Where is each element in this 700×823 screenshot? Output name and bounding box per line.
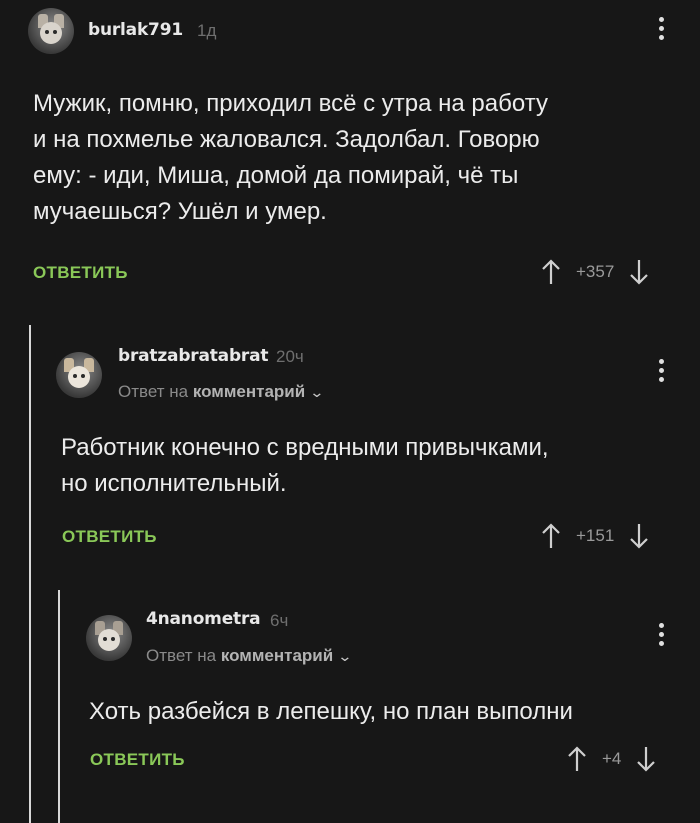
more-vertical-icon[interactable] — [659, 17, 665, 44]
arrow-up-icon[interactable] — [540, 523, 562, 549]
avatar[interactable] — [86, 615, 132, 661]
score: +357 — [576, 262, 615, 281]
arrow-down-icon[interactable] — [635, 746, 657, 772]
arrow-up-icon[interactable] — [566, 746, 588, 772]
username[interactable]: burlak791 — [88, 20, 183, 40]
vote-controls: +357 — [540, 259, 650, 285]
avatar[interactable] — [28, 8, 74, 54]
arrow-down-icon[interactable] — [628, 523, 650, 549]
score: +4 — [602, 749, 622, 768]
chevron-down-icon: ⌄ — [309, 384, 325, 400]
arrow-up-icon[interactable] — [540, 259, 562, 285]
vote-controls: +151 — [540, 523, 650, 549]
more-vertical-icon[interactable] — [659, 359, 665, 386]
username[interactable]: 4nanometra — [146, 609, 261, 629]
comment-text: Мужик, помню, приходил всё с утра на раб… — [33, 90, 548, 225]
chevron-down-icon: ⌄ — [337, 648, 353, 664]
more-vertical-icon[interactable] — [659, 623, 665, 650]
reply-to-link[interactable]: Ответ на комментарий ⌄ — [146, 646, 353, 666]
reply-button[interactable]: ОТВЕТИТЬ — [90, 750, 185, 770]
avatar[interactable] — [56, 352, 102, 398]
vote-controls: +4 — [566, 746, 657, 772]
comment-text: Работник конечно с вредными привычками, … — [61, 434, 549, 497]
arrow-down-icon[interactable] — [628, 259, 650, 285]
timestamp: 20ч — [276, 347, 304, 366]
reply-to-link[interactable]: Ответ на комментарий ⌄ — [118, 382, 325, 402]
timestamp: 1д — [197, 21, 217, 40]
score: +151 — [576, 526, 615, 545]
comment-text: Хоть разбейся в лепешку, но план выполни — [89, 698, 573, 725]
thread-line-level2 — [58, 590, 60, 823]
timestamp: 6ч — [270, 611, 289, 630]
reply-button[interactable]: ОТВЕТИТЬ — [62, 527, 157, 547]
thread-line-level1 — [29, 325, 31, 823]
reply-button[interactable]: ОТВЕТИТЬ — [33, 263, 128, 283]
username[interactable]: bratzabratabrat — [118, 346, 268, 366]
